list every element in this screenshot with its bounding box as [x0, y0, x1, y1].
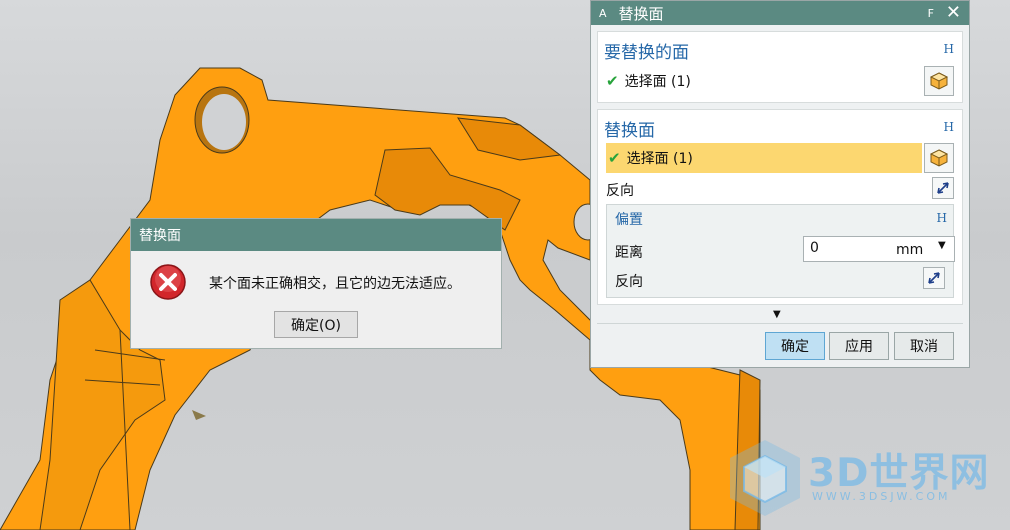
watermark-logo-icon	[724, 436, 806, 524]
select-face-label: 选择面 (1)	[624, 74, 691, 90]
divider	[597, 323, 963, 324]
cancel-button[interactable]: 取消	[894, 332, 954, 360]
close-icon[interactable]: ✕	[946, 4, 961, 22]
offset-collapse-key[interactable]: H	[937, 211, 947, 225]
dialog-title: 替换面	[618, 4, 664, 23]
section-face-to-replace: 要替换的面 H ✔ 选择面 (1)	[597, 31, 963, 103]
error-message-box: 替换面 某个面未正确相交，且它的边无法适应。 确定(O)	[130, 218, 502, 349]
message-ok-button[interactable]: 确定(O)	[274, 311, 358, 338]
checkmark-icon: ✔	[606, 72, 619, 90]
reverse-label: 反向	[606, 183, 634, 199]
face-select-cube-icon	[929, 149, 949, 167]
watermark-url: WWW.3DSJW.COM	[812, 490, 951, 503]
distance-input[interactable]: 0 mm ▼	[803, 236, 955, 262]
error-x-icon	[149, 263, 187, 305]
dialog-f-key: F	[927, 6, 934, 20]
face-select-button[interactable]	[924, 143, 954, 173]
section-collapse-key[interactable]: H	[944, 120, 954, 134]
dialog-title-bar[interactable]: A 替换面 F ✕	[591, 1, 969, 25]
message-box-title-bar[interactable]: 替换面	[131, 219, 501, 251]
select-face-label: 选择面 (1)	[626, 151, 693, 167]
face-select-button[interactable]	[924, 66, 954, 96]
section-collapse-key[interactable]: H	[944, 42, 954, 56]
chevron-down-icon[interactable]: ▼	[938, 240, 946, 251]
offset-group-header[interactable]: 偏置	[615, 209, 643, 229]
reverse-direction-icon	[937, 182, 949, 194]
ok-button[interactable]: 确定	[765, 332, 825, 360]
distance-label: 距离	[615, 245, 643, 261]
section-header-replacement-face[interactable]: 替换面	[604, 116, 655, 141]
apply-button[interactable]: 应用	[829, 332, 889, 360]
checkmark-icon: ✔	[608, 149, 621, 167]
section-header-face-to-replace[interactable]: 要替换的面	[604, 38, 689, 63]
reverse-direction-button[interactable]	[932, 177, 954, 199]
expand-arrow-icon[interactable]: ▼	[773, 309, 781, 320]
message-box-title: 替换面	[139, 228, 181, 244]
message-text: 某个面未正确相交，且它的边无法适应。	[209, 276, 461, 292]
replace-face-dialog: A 替换面 F ✕ 要替换的面 H ✔ 选择面 (1) 替换面 H ✔ 选择面 …	[590, 0, 970, 368]
select-face-row-target[interactable]: ✔ 选择面 (1)	[606, 66, 906, 96]
distance-unit: mm	[896, 242, 924, 258]
face-select-cube-icon	[929, 72, 949, 90]
distance-value: 0	[810, 240, 819, 256]
offset-reverse-button[interactable]	[923, 267, 945, 289]
reverse-direction-icon	[928, 272, 940, 284]
select-face-row-replacement[interactable]: ✔ 选择面 (1)	[606, 143, 922, 173]
offset-reverse-label: 反向	[615, 274, 643, 290]
section-replacement-face: 替换面 H ✔ 选择面 (1) 反向 偏置 H 距离 0 mm ▼ 反向	[597, 109, 963, 305]
offset-group: 偏置 H 距离 0 mm ▼ 反向	[606, 204, 955, 298]
dialog-small-label: A	[599, 6, 607, 20]
